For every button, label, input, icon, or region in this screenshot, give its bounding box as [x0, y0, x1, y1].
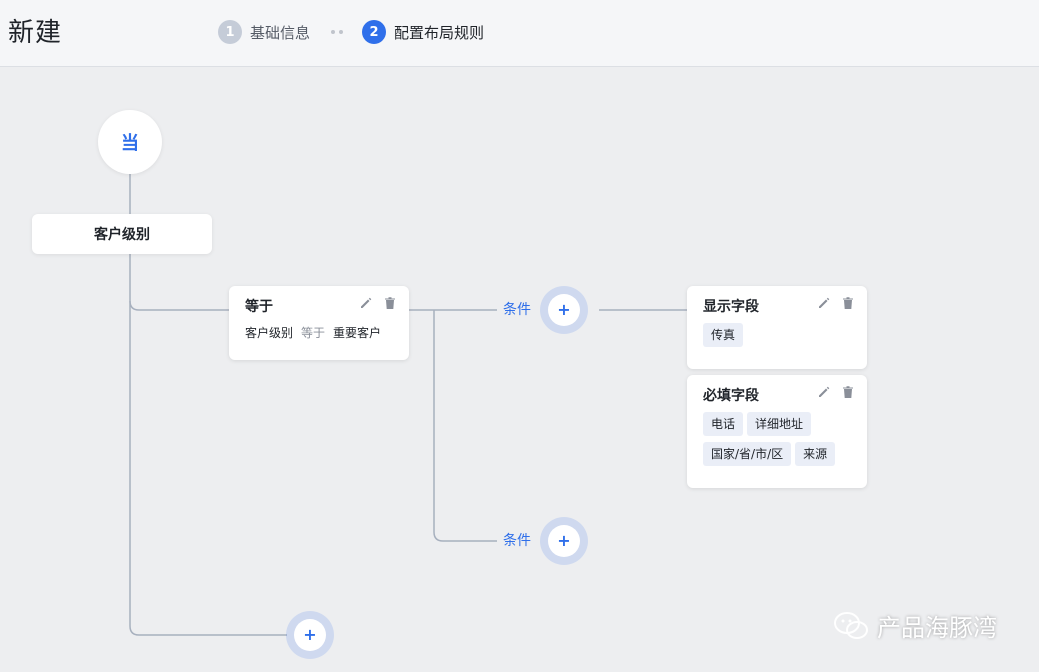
branch-label-1[interactable]: 条件: [503, 299, 531, 319]
show-fields-card[interactable]: 显示字段 传真: [687, 286, 867, 369]
required-fields-title: 必填字段: [703, 388, 759, 404]
field-node[interactable]: 客户级别: [32, 214, 212, 254]
pencil-icon[interactable]: [817, 296, 831, 310]
condition-value: 重要客户: [333, 326, 382, 340]
required-fields-tags: 电话 详细地址 国家/省/市/区 来源: [703, 412, 853, 466]
trash-icon[interactable]: [841, 296, 855, 310]
add-action-button-1[interactable]: +: [540, 286, 588, 334]
field-tag: 来源: [795, 442, 836, 466]
pencil-icon[interactable]: [817, 385, 831, 399]
field-tag: 电话: [703, 412, 744, 436]
connector-branch-2: [433, 310, 497, 542]
required-fields-card[interactable]: 必填字段 电话 详细地址 国家/省/市/区 来源: [687, 375, 867, 488]
field-tag: 详细地址: [747, 412, 812, 436]
trash-icon[interactable]: [383, 296, 397, 310]
plus-icon: +: [303, 625, 317, 644]
flow-connectors: [129, 174, 687, 636]
condition-expression: 客户级别 等于 重要客户: [245, 324, 381, 341]
wechat-icon: [834, 611, 868, 639]
condition-field: 客户级别: [245, 326, 294, 340]
plus-icon: +: [557, 300, 571, 319]
field-tag: 传真: [703, 323, 744, 347]
add-condition-button[interactable]: +: [286, 611, 334, 659]
branch-label-2[interactable]: 条件: [503, 530, 531, 550]
connector-to-condition: [129, 300, 229, 311]
add-action-button-2[interactable]: +: [540, 517, 588, 565]
show-fields-tags: 传真: [703, 323, 853, 347]
condition-operator: 等于: [301, 326, 326, 340]
show-fields-title: 显示字段: [703, 299, 759, 315]
start-node[interactable]: 当: [98, 110, 162, 174]
watermark: 产品海豚湾: [833, 608, 997, 643]
trash-icon[interactable]: [841, 385, 855, 399]
condition-title: 等于: [245, 299, 273, 315]
pencil-icon[interactable]: [359, 296, 373, 310]
condition-card[interactable]: 等于 客户级别 等于 重要客户: [229, 286, 409, 360]
field-tag: 国家/省/市/区: [703, 442, 792, 466]
watermark-text: 产品海豚湾: [877, 614, 997, 642]
plus-icon: +: [557, 531, 571, 550]
